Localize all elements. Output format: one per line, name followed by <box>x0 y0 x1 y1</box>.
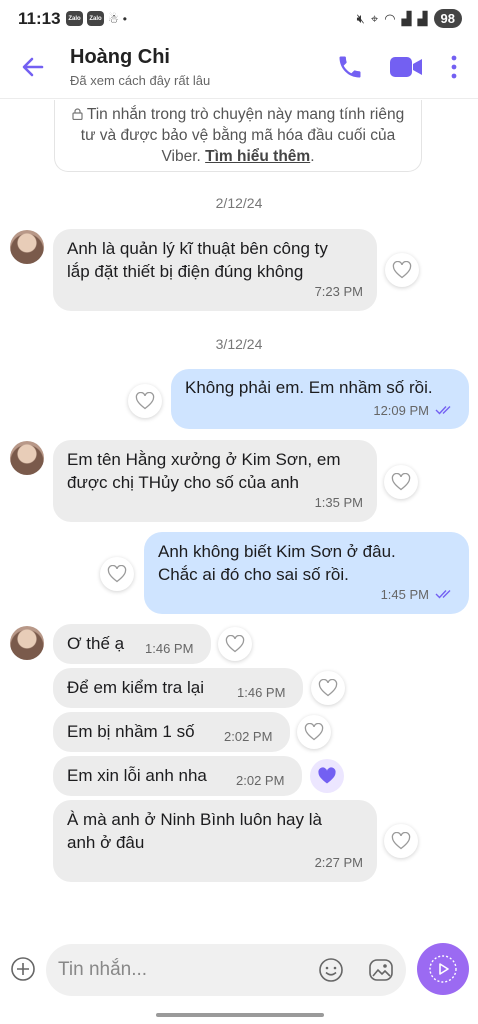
message-text: lắp đặt thiết bị điện đúng không <box>67 262 304 281</box>
heart-filled-icon <box>318 767 336 784</box>
heart-icon <box>135 392 155 410</box>
avatar[interactable] <box>10 230 44 264</box>
message-time-status: 12:09 PM <box>373 399 455 422</box>
message-text: Anh là quản lý kĩ thuật bên công ty <box>67 239 328 258</box>
message-text: Không phải em. Em nhầm số rồi. <box>185 378 433 397</box>
message-bubble-incoming[interactable]: Em xin lỗi anh nha 2:02 PM <box>53 756 302 796</box>
emoji-icon[interactable] <box>318 957 344 983</box>
message-text: được chị THủy cho số của anh <box>67 473 299 492</box>
dot-icon: • <box>122 11 127 26</box>
like-button[interactable] <box>385 253 419 287</box>
message-time: 12:09 PM <box>373 403 429 418</box>
heart-icon <box>391 473 411 491</box>
like-button[interactable] <box>297 715 331 749</box>
send-voice-button[interactable] <box>417 943 469 995</box>
like-button-active[interactable] <box>310 759 344 793</box>
message-time-status: 1:45 PM <box>381 583 455 606</box>
message-text: Anh không biết Kim Sơn ở đâu. <box>158 542 396 561</box>
learn-more-link[interactable]: Tìm hiểu thêm <box>205 148 310 165</box>
status-bar: 11:13 Zalo Zalo ☃ • 🔇︎ ⌖ ◠ ▟ ▟ 98 <box>0 0 478 40</box>
heart-icon <box>391 832 411 850</box>
phone-icon[interactable] <box>336 53 364 81</box>
read-ticks-icon <box>435 590 451 599</box>
add-attachment-icon[interactable] <box>10 956 36 982</box>
read-ticks-icon <box>435 406 451 415</box>
like-button[interactable] <box>218 627 252 661</box>
zalo-icon: Zalo <box>66 11 83 26</box>
lock-icon <box>72 108 83 120</box>
mute-icon: 🔇︎ <box>356 10 365 26</box>
message-text: Để em kiểm tra lại <box>67 678 204 697</box>
message-bubble-incoming[interactable]: Ơ thế ạ 1:46 PM <box>53 624 211 664</box>
message-bubble-outgoing[interactable]: Không phải em. Em nhầm số rồi. 12:09 PM <box>171 369 469 429</box>
date-separator: 2/12/24 <box>215 195 263 211</box>
heart-icon <box>318 679 338 697</box>
avatar[interactable] <box>10 626 44 660</box>
like-button[interactable] <box>128 384 162 418</box>
message-bubble-incoming[interactable]: Em bị nhầm 1 số 2:02 PM <box>53 712 290 752</box>
message-time: 1:46 PM <box>145 641 194 656</box>
notification-icon: ☃ <box>108 11 119 26</box>
message-time: 1:46 PM <box>237 685 286 700</box>
video-call-icon[interactable] <box>389 54 423 80</box>
heart-icon <box>392 261 412 279</box>
notice-suffix: . <box>310 148 315 165</box>
heart-icon <box>304 723 324 741</box>
notification-icons: Zalo Zalo ☃ • <box>66 11 127 26</box>
like-button[interactable] <box>384 824 418 858</box>
contact-name[interactable]: Hoàng Chi <box>70 46 170 69</box>
message-text: anh ở đâu <box>67 833 145 852</box>
message-text: Em bị nhầm 1 số <box>67 722 195 741</box>
system-icons: 🔇︎ ⌖ ◠ ▟ ▟ 98 <box>357 9 462 28</box>
message-text: Chắc ai đó cho sai số rồi. <box>158 565 349 584</box>
heart-icon <box>225 635 245 653</box>
like-button[interactable] <box>311 671 345 705</box>
message-composer: Tin nhắn... <box>0 940 478 1024</box>
message-text: Em tên Hằng xưởng ở Kim Sơn, em <box>67 450 341 469</box>
more-options-icon[interactable] <box>446 52 462 82</box>
like-button[interactable] <box>384 465 418 499</box>
play-send-icon <box>429 955 457 983</box>
status-time: 11:13 <box>18 9 61 28</box>
message-time: 1:45 PM <box>380 587 429 602</box>
message-bubble-incoming[interactable]: Em tên Hằng xưởng ở Kim Sơn, em được chị… <box>53 440 377 522</box>
like-button[interactable] <box>100 557 134 591</box>
date-separator: 3/12/24 <box>215 336 263 352</box>
home-indicator[interactable] <box>156 1013 324 1017</box>
message-time: 7:23 PM <box>314 284 363 299</box>
message-time: 2:02 PM <box>224 729 273 744</box>
zalo-icon: Zalo <box>87 11 104 26</box>
message-bubble-incoming[interactable]: Anh là quản lý kĩ thuật bên công ty lắp … <box>53 229 377 311</box>
avatar[interactable] <box>10 441 44 475</box>
message-bubble-outgoing[interactable]: Anh không biết Kim Sơn ở đâu. Chắc ai đó… <box>144 532 469 614</box>
message-bubble-incoming[interactable]: Để em kiểm tra lại 1:46 PM <box>53 668 303 708</box>
message-input-placeholder: Tin nhắn... <box>58 959 148 980</box>
message-time: 1:35 PM <box>314 495 363 510</box>
message-text: À mà anh ở Ninh Bình luôn hay là <box>67 810 322 829</box>
back-arrow-icon[interactable] <box>18 52 48 82</box>
message-bubble-incoming[interactable]: À mà anh ở Ninh Bình luôn hay là anh ở đ… <box>53 800 377 882</box>
message-time: 2:02 PM <box>236 773 285 788</box>
signal-icon: ▟ <box>417 10 428 26</box>
encryption-notice: Tin nhắn trong trò chuyện này mang tính … <box>54 100 422 172</box>
battery-indicator: 98 <box>433 9 462 28</box>
message-time: 2:27 PM <box>314 855 363 870</box>
message-text: Ơ thế ạ <box>67 634 125 653</box>
sticker-gallery-icon[interactable] <box>368 957 394 983</box>
message-input[interactable]: Tin nhắn... <box>46 944 406 996</box>
signal-icon: ▟ <box>401 10 412 26</box>
location-icon: ⌖ <box>370 10 379 26</box>
message-text: Em xin lỗi anh nha <box>67 766 207 785</box>
wifi-icon: ◠ <box>384 10 396 26</box>
chat-header: Hoàng Chi Đã xem cách đây rất lâu <box>0 40 478 99</box>
last-seen-status: Đã xem cách đây rất lâu <box>70 73 211 88</box>
heart-icon <box>107 565 127 583</box>
